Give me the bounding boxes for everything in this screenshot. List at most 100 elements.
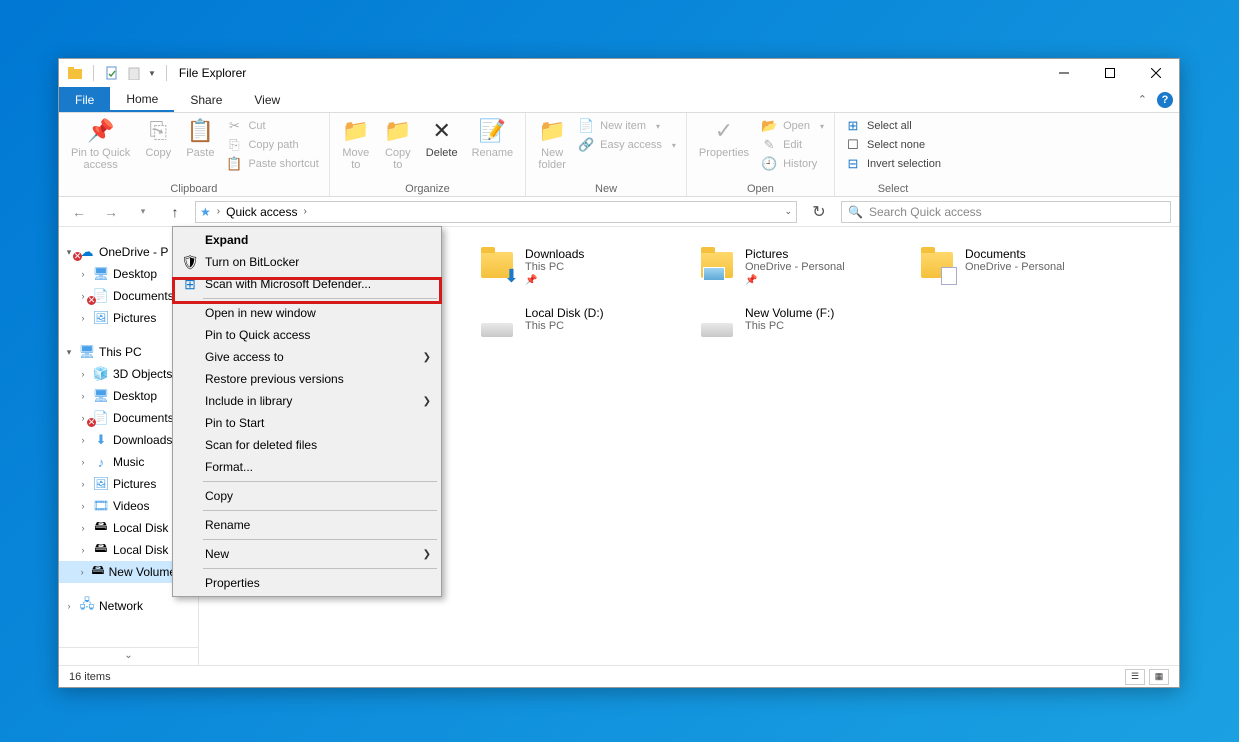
paste-shortcut-button[interactable]: 📋Paste shortcut [222,155,322,173]
ctx-bitlocker[interactable]: 🛡Turn on BitLocker [175,251,439,273]
new-item-button[interactable]: 📄New item▾ [574,117,680,135]
ctx-scan-deleted[interactable]: Scan for deleted files [175,434,439,456]
ribbon-group-select: ⊞Select all ☐Select none ⊟Invert selecti… [835,113,951,196]
ctx-copy[interactable]: Copy [175,485,439,507]
desktop-icon: 🖥 [93,388,109,404]
item-downloads[interactable]: ⬇ DownloadsThis PC📌 [479,247,679,286]
app-icon [67,65,83,81]
tab-view[interactable]: View [238,87,296,112]
nav-network[interactable]: ›🖧Network [59,595,198,617]
forward-button[interactable]: → [99,200,123,224]
search-icon: 🔍 [848,205,863,219]
move-to-icon: 📁 [342,117,370,145]
file-explorer-window: ▼ File Explorer File Home Share View ⌃ ?… [58,58,1180,688]
network-icon: 🖧 [79,598,95,614]
submenu-arrow-icon: ❯ [423,396,431,407]
ribbon-group-organize: 📁Move to 📁Copy to ✕Delete 📝Rename Organi… [330,113,526,196]
pin-icon: 📌 [87,117,115,145]
back-button[interactable]: ← [67,200,91,224]
close-button[interactable] [1133,59,1179,87]
collapse-ribbon-icon[interactable]: ⌃ [1138,93,1147,106]
ctx-format[interactable]: Format... [175,456,439,478]
select-all-icon: ⊞ [845,118,861,134]
history-icon: 🕘 [761,156,777,172]
qat-properties-icon[interactable] [104,65,120,81]
titlebar: ▼ File Explorer [59,59,1179,87]
select-all-button[interactable]: ⊞Select all [841,117,945,135]
music-icon: ♪ [93,454,109,470]
tab-share[interactable]: Share [174,87,238,112]
delete-button[interactable]: ✕Delete [420,115,464,161]
ctx-give-access[interactable]: Give access to❯ [175,346,439,368]
copy-icon: ⎘ [144,117,172,145]
maximize-button[interactable] [1087,59,1133,87]
history-button[interactable]: 🕘History [757,155,828,173]
cut-button[interactable]: ✂Cut [222,117,322,135]
item-count: 16 items [69,671,111,683]
address-bar: ← → ▾ ↑ ★ › Quick access › ⌄ ↻ 🔍 Search … [59,197,1179,227]
edit-button[interactable]: ✎Edit [757,136,828,154]
paste-shortcut-icon: 📋 [226,156,242,172]
ctx-properties[interactable]: Properties [175,572,439,594]
invert-selection-button[interactable]: ⊟Invert selection [841,155,945,173]
view-details-button[interactable]: ☰ [1125,669,1145,685]
desktop-icon: 🖥 [93,266,109,282]
pin-to-quick-access-button[interactable]: 📌 Pin to Quick access [65,115,136,173]
folder-icon [699,247,735,283]
ctx-open-new-window[interactable]: Open in new window [175,302,439,324]
copy-path-button[interactable]: ⎘Copy path [222,136,322,154]
pin-icon: 📌 [745,275,845,286]
properties-icon: ✓ [710,117,738,145]
copy-button[interactable]: ⎘ Copy [138,115,178,161]
search-box[interactable]: 🔍 Search Quick access [841,201,1171,223]
downloads-icon: ⬇ [93,432,109,448]
up-button[interactable]: ↑ [163,200,187,224]
help-icon[interactable]: ? [1157,92,1173,108]
item-pictures[interactable]: ☁ PicturesOneDrive - Personal📌 [699,247,899,286]
pictures-icon: 🖼 [93,476,109,492]
item-documents[interactable]: ⊗ DocumentsOneDrive - Personal [919,247,1119,286]
item-local-disk-d[interactable]: Local Disk (D:)This PC [479,306,679,342]
breadcrumb-quick-access[interactable]: Quick access [226,205,297,219]
view-icons-button[interactable]: ▦ [1149,669,1169,685]
drive-icon: 🖴 [93,542,109,558]
tab-file[interactable]: File [59,87,110,112]
invert-selection-icon: ⊟ [845,156,861,172]
open-button[interactable]: 📂Open▾ [757,117,828,135]
easy-access-icon: 🔗 [578,137,594,153]
ctx-pin-quick-access[interactable]: Pin to Quick access [175,324,439,346]
ctx-new[interactable]: New❯ [175,543,439,565]
pin-icon: 📌 [525,275,584,286]
tab-home[interactable]: Home [110,87,174,112]
address-field[interactable]: ★ › Quick access › ⌄ [195,201,797,223]
item-new-volume-f[interactable]: New Volume (F:)This PC [699,306,899,342]
qat-dropdown-icon[interactable]: ▼ [148,69,156,78]
copy-to-button[interactable]: 📁Copy to [378,115,418,173]
videos-icon: 🎞 [93,498,109,514]
copy-to-icon: 📁 [384,117,412,145]
drive-icon: 🖴 [91,564,105,580]
paste-button[interactable]: 📋 Paste [180,115,220,161]
new-item-icon: 📄 [578,118,594,134]
ctx-defender[interactable]: ⊞Scan with Microsoft Defender... [175,273,439,295]
new-folder-button[interactable]: 📁New folder [532,115,572,173]
ctx-rename[interactable]: Rename [175,514,439,536]
select-none-button[interactable]: ☐Select none [841,136,945,154]
ctx-pin-start[interactable]: Pin to Start [175,412,439,434]
rename-button[interactable]: 📝Rename [466,115,520,161]
ctx-restore-versions[interactable]: Restore previous versions [175,368,439,390]
move-to-button[interactable]: 📁Move to [336,115,376,173]
cut-icon: ✂ [226,118,242,134]
easy-access-button[interactable]: 🔗Easy access▾ [574,136,680,154]
ctx-include-library[interactable]: Include in library❯ [175,390,439,412]
properties-button[interactable]: ✓Properties [693,115,755,161]
folder-icon [919,247,955,283]
refresh-button[interactable]: ↻ [805,201,833,223]
recent-locations-button[interactable]: ▾ [131,200,155,224]
ctx-expand[interactable]: Expand [175,229,439,251]
sync-error-icon: ✕ [73,252,82,261]
minimize-button[interactable] [1041,59,1087,87]
qat-new-folder-icon[interactable] [126,65,142,81]
address-dropdown-icon[interactable]: ⌄ [784,206,792,217]
nav-scroll-down[interactable]: ⌄ [59,647,198,663]
